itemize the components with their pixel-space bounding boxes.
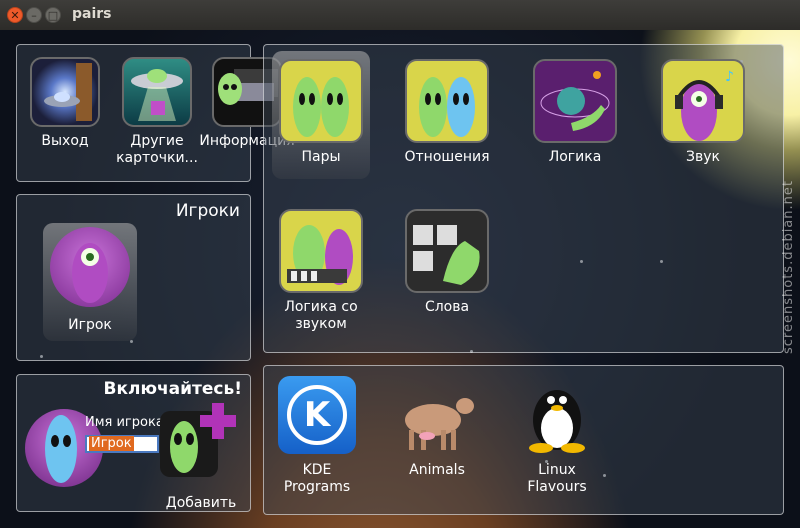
game-logic[interactable]: Логика: [520, 59, 630, 166]
other-cards-label: Другие карточки...: [116, 133, 198, 166]
game-relations[interactable]: Отношения: [392, 59, 502, 166]
game-logic-sound-label: Логика со звуком: [284, 299, 358, 332]
game-sound-label: Звук: [686, 149, 720, 165]
maximize-button[interactable]: □: [45, 7, 61, 23]
join-panel: Включайтесь! Имя игрока: Игрок Добавить: [16, 374, 251, 512]
theme-animals-label: Animals: [409, 462, 465, 478]
player-item[interactable]: Игрок: [43, 227, 137, 334]
theme-kde[interactable]: K KDE Programs: [272, 376, 362, 496]
kde-logo-icon: K: [278, 376, 356, 454]
ufo-icon: [122, 57, 192, 127]
theme-linux-label: Linux Flavours: [527, 462, 587, 495]
exit-button[interactable]: Выход: [25, 57, 105, 150]
game-background: Выход Другие карточки... Информация Игро…: [0, 30, 800, 528]
other-cards-button[interactable]: Другие карточки...: [115, 57, 199, 167]
players-panel: Игроки Игрок: [16, 194, 251, 361]
door-portal-icon: [30, 57, 100, 127]
game-pairs-label: Пары: [301, 149, 341, 165]
add-player-label: Добавить: [165, 495, 237, 511]
game-relations-label: Отношения: [404, 149, 490, 165]
add-alien-icon: [158, 399, 244, 479]
player-label: Игрок: [68, 317, 112, 333]
purple-alien-icon: [50, 227, 130, 307]
tux-penguin-icon: [517, 376, 597, 454]
game-words[interactable]: Слова: [392, 209, 502, 316]
green-blue-aliens-icon: [405, 59, 489, 143]
svg-text:♪: ♪: [725, 69, 734, 85]
headphones-alien-icon: ♪: [661, 59, 745, 143]
join-title: Включайтесь!: [103, 379, 243, 399]
game-words-label: Слова: [424, 299, 470, 315]
games-panel: Пары Отношения Логика ♪ Звук Логика со з…: [263, 44, 784, 353]
green-aliens-pair-icon: [279, 59, 363, 143]
watermark: screenshots.debian.net: [781, 180, 796, 354]
exit-label: Выход: [41, 133, 89, 149]
game-sound[interactable]: ♪ Звук: [648, 59, 758, 166]
window-title: pairs: [72, 6, 112, 22]
players-title: Игроки: [175, 201, 240, 221]
theme-linux[interactable]: Linux Flavours: [512, 376, 602, 496]
theme-kde-label: KDE Programs: [283, 462, 351, 495]
planet-hand-icon: [533, 59, 617, 143]
player-name-input[interactable]: Игрок: [85, 435, 159, 453]
menu-panel: Выход Другие карточки... Информация: [16, 44, 295, 182]
themes-panel: K KDE Programs Animals Linux Flavours: [263, 365, 784, 515]
close-button[interactable]: ✕: [7, 7, 23, 23]
game-logic-sound[interactable]: Логика со звуком: [272, 209, 370, 333]
aliens-keyboard-icon: [279, 209, 363, 293]
word-cards-hand-icon: [405, 209, 489, 293]
player-name-value: Игрок: [89, 436, 134, 451]
add-player-button[interactable]: Добавить: [155, 399, 247, 512]
theme-animals[interactable]: Animals: [392, 376, 482, 479]
game-pairs[interactable]: Пары: [272, 59, 370, 166]
minimize-button[interactable]: –: [26, 7, 42, 23]
cow-icon: [397, 376, 477, 454]
game-logic-label: Логика: [548, 149, 602, 165]
title-bar: ✕ – □ pairs: [0, 0, 800, 30]
